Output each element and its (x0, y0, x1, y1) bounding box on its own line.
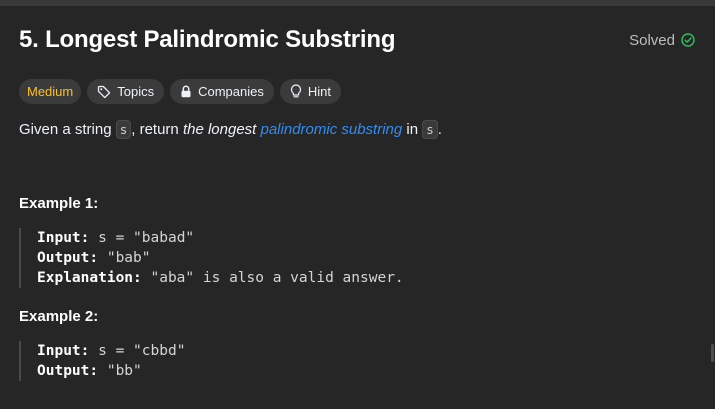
difficulty-badge: Medium (19, 79, 82, 104)
explanation-value: "aba" is also a valid answer. (141, 270, 404, 286)
solved-label: Solved (629, 31, 675, 49)
companies-button[interactable]: Companies (170, 79, 274, 104)
statement-text: , return (131, 121, 183, 138)
input-value: s = "babad" (89, 230, 195, 246)
statement-emphasis: the longest (182, 121, 257, 138)
problem-description-panel: 5. Longest Palindromic Substring Solved … (0, 0, 715, 409)
example-1-block: Input: s = "babad" Output: "bab" Explana… (19, 228, 404, 288)
lightbulb-icon (290, 84, 302, 99)
scrollbar-thumb[interactable] (711, 344, 714, 362)
statement-text: Given a string (19, 121, 116, 138)
hint-button[interactable]: Hint (279, 79, 341, 104)
hint-label: Hint (307, 84, 331, 99)
example-1-title: Example 1: (19, 195, 99, 212)
output-label: Output: (37, 363, 99, 379)
problem-statement: Given a string s, return the longest pal… (19, 120, 442, 140)
title-row: 5. Longest Palindromic Substring Solved (19, 26, 695, 54)
output-value: "bb" (98, 363, 142, 379)
inline-code: s (422, 120, 438, 139)
statement-text: . (437, 121, 442, 138)
check-circle-icon (681, 33, 695, 47)
example-output-line: Output: "bab" (37, 248, 404, 268)
example-input-line: Input: s = "cbbd" (37, 341, 185, 361)
example-2-block: Input: s = "cbbd" Output: "bb" (19, 341, 185, 381)
input-label: Input: (37, 230, 90, 246)
example-input-line: Input: s = "babad" (37, 228, 404, 248)
topics-label: Topics (117, 84, 155, 99)
input-label: Input: (37, 343, 90, 359)
palindromic-substring-link[interactable]: palindromic substring (261, 121, 403, 138)
solved-status: Solved (629, 32, 695, 49)
input-value: s = "cbbd" (89, 343, 186, 359)
example-output-line: Output: "bb" (37, 361, 185, 381)
companies-label: Companies (198, 84, 264, 99)
difficulty-label: Medium (27, 84, 74, 99)
example-explanation-line: Explanation: "aba" is also a valid answe… (37, 268, 404, 288)
explanation-label: Explanation: (37, 270, 142, 286)
inline-code: s (115, 120, 132, 139)
statement-text: in (402, 121, 423, 138)
output-label: Output: (37, 250, 99, 266)
tag-row: Medium Topics Companies Hint (19, 79, 341, 104)
tag-icon (97, 85, 111, 99)
problem-title[interactable]: 5. Longest Palindromic Substring (19, 26, 396, 54)
topics-button[interactable]: Topics (87, 79, 165, 104)
lock-icon (180, 85, 192, 98)
output-value: "bab" (98, 250, 151, 266)
example-2-title: Example 2: (19, 308, 99, 325)
